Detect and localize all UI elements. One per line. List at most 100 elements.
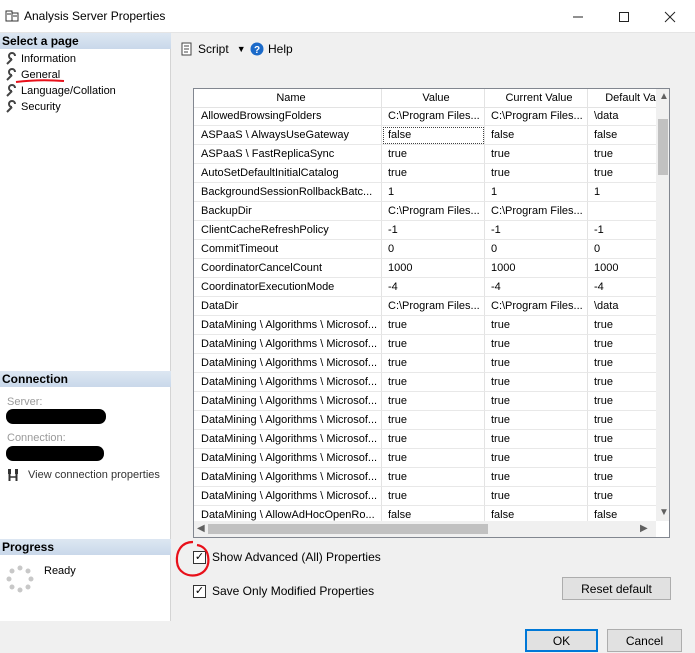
cell-value[interactable]: true <box>382 411 485 430</box>
cell-value[interactable]: true <box>382 335 485 354</box>
scroll-down-icon[interactable]: ▼ <box>659 507 669 518</box>
cell-name: DataMining \ Algorithms \ Microsof... <box>194 335 382 354</box>
table-row[interactable]: BackupDir C:\Program Files... C:\Program F… <box>194 202 656 221</box>
cell-value[interactable]: true <box>382 145 485 164</box>
column-header-current-value[interactable]: Current Value <box>485 89 588 108</box>
cell-value[interactable]: true <box>382 487 485 506</box>
table-row[interactable]: AllowedBrowsingFolders C:\Program Files..… <box>194 107 656 126</box>
table-row[interactable]: ASPaaS \ FastReplicaSync true true true <box>194 145 656 164</box>
minimize-button[interactable] <box>555 0 601 33</box>
cell-value[interactable]: 1 <box>382 183 485 202</box>
cell-name: CommitTimeout <box>194 240 382 259</box>
cell-value[interactable]: -1 <box>382 221 485 240</box>
minimize-icon <box>573 16 583 17</box>
table-row[interactable]: DataMining \ Algorithms \ Microsof... tru… <box>194 430 656 449</box>
table-row[interactable]: BackgroundSessionRollbackBatc... 1 1 1 <box>194 183 656 202</box>
cell-value[interactable]: -4 <box>382 278 485 297</box>
scroll-left-icon[interactable]: ◀ <box>197 523 205 534</box>
column-header-name[interactable]: Name <box>194 89 382 108</box>
cell-value[interactable]: 1000 <box>382 259 485 278</box>
cell-value[interactable]: false <box>382 126 485 145</box>
cell-value[interactable]: C:\Program Files... <box>382 202 485 221</box>
cell-value[interactable]: 0 <box>382 240 485 259</box>
chevron-down-icon[interactable]: ▼ <box>237 44 246 54</box>
cell-current-value: true <box>485 335 588 354</box>
table-row[interactable]: DataMining \ AllowAdHocOpenRo... false fal… <box>194 506 656 521</box>
scroll-up-icon[interactable]: ▲ <box>659 91 669 102</box>
cell-name: BackupDir <box>194 202 382 221</box>
vertical-scrollbar[interactable]: ▲ ▼ <box>656 89 669 521</box>
cell-current-value: C:\Program Files... <box>485 107 588 126</box>
table-row[interactable]: DataMining \ Algorithms \ Microsof... tru… <box>194 316 656 335</box>
cell-name: DataMining \ Algorithms \ Microsof... <box>194 316 382 335</box>
nav-item-information[interactable]: Information <box>4 51 76 67</box>
column-header-value[interactable]: Value <box>382 89 485 108</box>
cell-name: CoordinatorCancelCount <box>194 259 382 278</box>
table-row[interactable]: DataMining \ Algorithms \ Microsof... tru… <box>194 411 656 430</box>
column-header-default-value[interactable]: Default Va <box>588 89 656 108</box>
nav-item-language-collation[interactable]: Language/Collation <box>4 83 116 99</box>
help-button[interactable]: ? Help <box>250 41 293 57</box>
cell-value[interactable]: false <box>382 506 485 521</box>
cell-value[interactable]: C:\Program Files... <box>382 107 485 126</box>
cell-value[interactable]: true <box>382 373 485 392</box>
help-icon: ? <box>250 42 264 56</box>
cell-name: DataMining \ Algorithms \ Microsof... <box>194 354 382 373</box>
checkmark-icon: ✓ <box>194 585 205 597</box>
view-connection-properties-link[interactable]: View connection properties <box>6 468 160 482</box>
table-row[interactable]: CoordinatorCancelCount 1000 1000 1000 <box>194 259 656 278</box>
cell-value[interactable]: true <box>382 354 485 373</box>
cell-current-value: C:\Program Files... <box>485 202 588 221</box>
cell-value[interactable]: true <box>382 392 485 411</box>
save-modified-label[interactable]: Save Only Modified Properties <box>212 584 374 598</box>
nav-item-security[interactable]: Security <box>4 99 61 115</box>
table-row[interactable]: DataMining \ Algorithms \ Microsof... tru… <box>194 468 656 487</box>
table-row[interactable]: CoordinatorExecutionMode -4 -4 -4 <box>194 278 656 297</box>
table-row[interactable]: DataMining \ Algorithms \ Microsof... tru… <box>194 487 656 506</box>
save-modified-checkbox[interactable]: ✓ <box>193 585 206 598</box>
cell-name: CoordinatorExecutionMode <box>194 278 382 297</box>
cell-default-value: 1000 <box>588 259 656 278</box>
cell-value[interactable]: true <box>382 164 485 183</box>
left-pane: Select a page Information General Langua… <box>0 33 171 621</box>
scroll-right-icon[interactable]: ▶ <box>640 523 648 534</box>
reset-default-button[interactable]: Reset default <box>562 577 671 600</box>
cell-value[interactable]: C:\Program Files... <box>382 297 485 316</box>
table-row[interactable]: DataMining \ Algorithms \ Microsof... tru… <box>194 449 656 468</box>
table-row[interactable]: ASPaaS \ AlwaysUseGateway false false false <box>194 126 656 145</box>
cell-value[interactable]: true <box>382 316 485 335</box>
cancel-button[interactable]: Cancel <box>607 629 682 652</box>
table-row[interactable]: AutoSetDefaultInitialCatalog true true true <box>194 164 656 183</box>
connection-icon <box>8 469 18 481</box>
horizontal-scroll-thumb[interactable] <box>208 524 488 534</box>
table-row[interactable]: ClientCacheRefreshPolicy -1 -1 -1 <box>194 221 656 240</box>
script-button[interactable]: Script ▼ <box>180 41 246 57</box>
help-label: Help <box>268 42 293 56</box>
ok-button[interactable]: OK <box>525 629 598 652</box>
table-row[interactable]: DataMining \ Algorithms \ Microsof... tru… <box>194 373 656 392</box>
cell-current-value: 1000 <box>485 259 588 278</box>
maximize-button[interactable] <box>601 0 647 33</box>
cell-value[interactable]: true <box>382 430 485 449</box>
show-advanced-label[interactable]: Show Advanced (All) Properties <box>212 550 381 564</box>
cell-default-value: true <box>588 373 656 392</box>
cell-current-value: true <box>485 430 588 449</box>
table-row[interactable]: DataDir C:\Program Files... C:\Program Fil… <box>194 297 656 316</box>
red-circle-annotation <box>175 540 210 577</box>
cell-value[interactable]: true <box>382 449 485 468</box>
cell-name: ASPaaS \ AlwaysUseGateway <box>194 126 382 145</box>
cell-current-value: true <box>485 145 588 164</box>
table-row[interactable]: DataMining \ Algorithms \ Microsof... tru… <box>194 354 656 373</box>
table-row[interactable]: DataMining \ Algorithms \ Microsof... tru… <box>194 335 656 354</box>
horizontal-scrollbar[interactable]: ◀ ▶ <box>194 521 656 537</box>
properties-grid[interactable]: Name Value Current Value Default Va Allo… <box>193 88 670 538</box>
cell-current-value: 0 <box>485 240 588 259</box>
table-row[interactable]: DataMining \ Algorithms \ Microsof... tru… <box>194 392 656 411</box>
cell-value[interactable]: true <box>382 468 485 487</box>
cell-name: BackgroundSessionRollbackBatc... <box>194 183 382 202</box>
close-button[interactable] <box>647 0 693 33</box>
svg-text:?: ? <box>254 45 260 56</box>
vertical-scroll-thumb[interactable] <box>658 119 668 175</box>
nav-label: Language/Collation <box>21 85 116 97</box>
table-row[interactable]: CommitTimeout 0 0 0 <box>194 240 656 259</box>
